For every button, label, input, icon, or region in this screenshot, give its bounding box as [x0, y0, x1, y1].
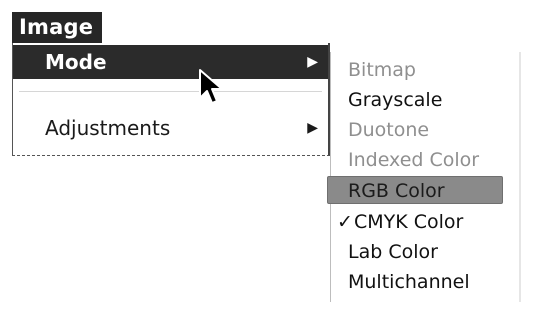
submenu-item-label: Multichannel [348, 271, 470, 293]
submenu-arrow-icon: ▶ [307, 120, 318, 136]
image-menu-title[interactable]: Image [12, 12, 103, 43]
menu-separator [19, 91, 322, 92]
submenu-item-multichannel[interactable]: Multichannel [331, 268, 519, 296]
submenu-item-label: Bitmap [348, 59, 416, 81]
submenu-item-label: CMYK Color [354, 211, 464, 233]
mode-submenu: Bitmap Grayscale Duotone Indexed Color R… [327, 52, 519, 302]
submenu-item-indexed-color: Indexed Color [331, 146, 519, 174]
menu-item-adjustments[interactable]: Adjustments ▶ [13, 111, 328, 145]
submenu-item-label: Duotone [348, 119, 430, 141]
submenu-item-duotone: Duotone [331, 116, 519, 144]
menu-item-label: Adjustments [45, 116, 171, 140]
submenu-arrow-icon: ▶ [307, 54, 318, 70]
checkmark-icon: ✓ [337, 211, 353, 233]
submenu-item-rgb-color[interactable]: RGB Color [327, 176, 503, 204]
submenu-item-cmyk-color[interactable]: ✓ CMYK Color [331, 208, 519, 236]
mouse-cursor-icon [199, 69, 223, 104]
submenu-item-label: Grayscale [348, 89, 443, 111]
submenu-item-label: Lab Color [348, 241, 438, 263]
submenu-item-label: Indexed Color [348, 149, 480, 171]
image-menu: Mode ▶ Adjustments ▶ [12, 43, 330, 156]
submenu-item-lab-color[interactable]: Lab Color [331, 238, 519, 266]
submenu-item-label: RGB Color [348, 180, 445, 202]
menu-item-mode[interactable]: Mode ▶ [13, 45, 328, 79]
submenu-item-bitmap: Bitmap [331, 56, 519, 84]
menu-item-label: Mode [45, 50, 107, 74]
submenu-item-grayscale[interactable]: Grayscale [331, 86, 519, 114]
